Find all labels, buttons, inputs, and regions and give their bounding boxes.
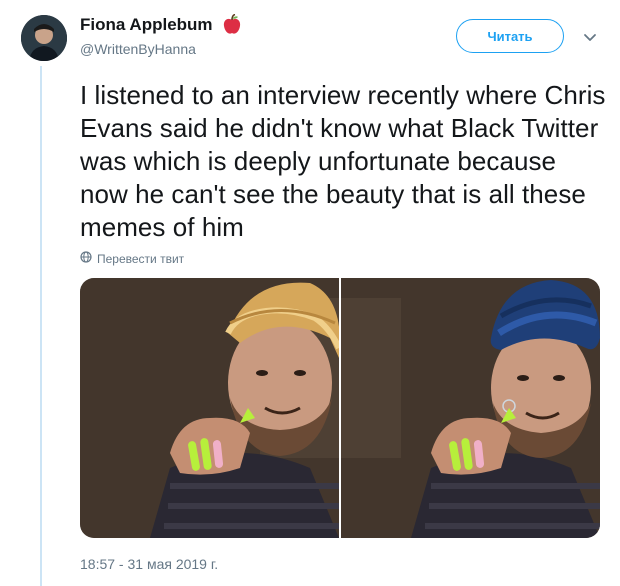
tweet-text: I listened to an interview recently wher…: [80, 80, 606, 242]
avatar[interactable]: [21, 15, 67, 61]
tweet-timestamp[interactable]: 18:57 - 31 мая 2019 г.: [80, 556, 218, 572]
globe-icon: [80, 251, 92, 266]
user-handle[interactable]: @WrittenByHanna: [80, 41, 196, 57]
red-apple-icon: [221, 13, 243, 36]
photo-right[interactable]: [341, 278, 600, 538]
photo-left[interactable]: [80, 278, 339, 538]
translate-label: Перевести твит: [97, 251, 185, 266]
follow-button[interactable]: Читать: [456, 19, 564, 53]
tweet-media[interactable]: [80, 278, 600, 538]
chevron-down-icon[interactable]: [581, 28, 599, 46]
thread-line: [40, 66, 42, 586]
translate-tweet-link[interactable]: Перевести твит: [80, 251, 184, 266]
display-name[interactable]: Fiona Applebum: [80, 15, 213, 35]
author-name-row: Fiona Applebum: [80, 13, 243, 36]
